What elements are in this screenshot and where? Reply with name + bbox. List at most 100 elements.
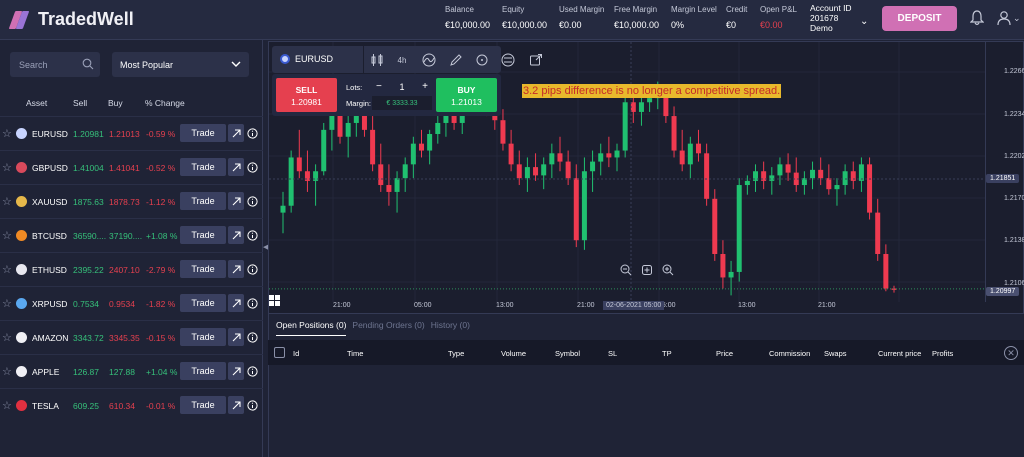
trade-button[interactable]: Trade xyxy=(180,226,226,244)
info-icon[interactable] xyxy=(245,226,259,244)
candle-body[interactable] xyxy=(695,143,701,154)
external-link-icon[interactable] xyxy=(228,158,244,176)
candle-body[interactable] xyxy=(288,157,294,206)
tab-history[interactable]: History (0) xyxy=(431,320,470,330)
zoom-in-icon[interactable] xyxy=(661,263,675,277)
info-icon[interactable] xyxy=(245,192,259,210)
candle-body[interactable] xyxy=(769,175,775,181)
star-icon[interactable]: ☆ xyxy=(2,399,12,412)
star-icon[interactable]: ☆ xyxy=(2,161,12,174)
candle-body[interactable] xyxy=(598,153,604,162)
candle-body[interactable] xyxy=(418,143,424,151)
candle-body[interactable] xyxy=(842,171,848,186)
star-icon[interactable]: ☆ xyxy=(2,127,12,140)
trade-button[interactable]: Trade xyxy=(180,158,226,176)
lots-value[interactable]: 1 xyxy=(399,82,404,92)
candle-body[interactable] xyxy=(736,185,742,272)
tab-open-positions[interactable]: Open Positions (0) xyxy=(276,320,346,330)
candlestick-type-icon[interactable] xyxy=(369,52,385,68)
candle-body[interactable] xyxy=(386,185,392,192)
candle-body[interactable] xyxy=(777,164,783,176)
external-link-icon[interactable] xyxy=(228,192,244,210)
trade-button[interactable]: Trade xyxy=(180,396,226,414)
column-sl[interactable]: SL xyxy=(608,349,617,358)
trade-button[interactable]: Trade xyxy=(180,362,226,380)
crosshair-icon[interactable] xyxy=(474,52,490,68)
candle-body[interactable] xyxy=(818,169,824,179)
candle-body[interactable] xyxy=(435,122,441,134)
external-link-icon[interactable] xyxy=(228,396,244,414)
external-link-icon[interactable] xyxy=(228,226,244,244)
draw-pencil-icon[interactable] xyxy=(448,52,464,68)
candle-body[interactable] xyxy=(557,153,563,162)
asset-row-gbpusd[interactable]: ☆ GBPUSD 1.41004 1.41041 -0.52 % Trade xyxy=(0,150,263,184)
asset-row-tesla[interactable]: ☆ TESLA 609.25 610.34 -0.01 % Trade xyxy=(0,388,263,422)
column-volume[interactable]: Volume xyxy=(501,349,526,358)
plus-icon[interactable]: + xyxy=(422,81,428,92)
candle-body[interactable] xyxy=(704,153,710,199)
candle-body[interactable] xyxy=(541,164,547,176)
candle-body[interactable] xyxy=(630,102,636,112)
sell-button[interactable]: SELL 1.20981 xyxy=(276,78,337,112)
star-icon[interactable]: ☆ xyxy=(2,297,12,310)
indicator-icon[interactable] xyxy=(421,52,437,68)
candle-body[interactable] xyxy=(671,116,677,151)
trade-button[interactable]: Trade xyxy=(180,294,226,312)
zoom-reset-icon[interactable] xyxy=(640,263,654,277)
info-icon[interactable] xyxy=(245,158,259,176)
zoom-out-icon[interactable] xyxy=(619,263,633,277)
external-link-icon[interactable] xyxy=(228,124,244,142)
info-icon[interactable] xyxy=(245,396,259,414)
candle-body[interactable] xyxy=(606,153,612,158)
user-menu[interactable]: ⌄ xyxy=(997,10,1021,26)
column-profits[interactable]: Profits xyxy=(932,349,953,358)
info-icon[interactable] xyxy=(245,294,259,312)
external-link-icon[interactable] xyxy=(228,260,244,278)
asset-row-xauusd[interactable]: ☆ XAUUSD 1875.63 1878.73 -1.12 % Trade xyxy=(0,184,263,218)
logo[interactable]: TradedWell xyxy=(8,9,134,30)
candle-body[interactable] xyxy=(533,167,539,176)
candle-body[interactable] xyxy=(712,198,718,254)
minus-icon[interactable]: − xyxy=(376,81,382,92)
candle-body[interactable] xyxy=(500,120,506,144)
trade-button[interactable]: Trade xyxy=(180,260,226,278)
trade-button[interactable]: Trade xyxy=(180,192,226,210)
candle-body[interactable] xyxy=(581,171,587,241)
compare-icon[interactable] xyxy=(500,52,516,68)
column-symbol[interactable]: Symbol xyxy=(555,349,580,358)
candle-body[interactable] xyxy=(410,143,416,165)
asset-row-ethusd[interactable]: ☆ ETHUSD 2395.22 2407.10 -2.79 % Trade xyxy=(0,252,263,286)
candle-body[interactable] xyxy=(402,164,408,179)
panel-collapse-handle[interactable]: ◀ xyxy=(263,243,268,251)
candle-body[interactable] xyxy=(321,129,327,172)
candle-body[interactable] xyxy=(573,178,579,241)
column-swaps[interactable]: Swaps xyxy=(824,349,847,358)
candle-body[interactable] xyxy=(647,98,653,103)
asset-row-apple[interactable]: ☆ APPLE 126.87 127.88 +1.04 % Trade xyxy=(0,354,263,388)
candle-body[interactable] xyxy=(590,161,596,172)
select-all-checkbox[interactable] xyxy=(274,347,285,358)
asset-row-xrpusd[interactable]: ☆ XRPUSD 0.7534 0.9534 -1.82 % Trade xyxy=(0,286,263,320)
candle-body[interactable] xyxy=(516,164,522,179)
external-link-icon[interactable] xyxy=(228,328,244,346)
candle-body[interactable] xyxy=(622,102,628,151)
candle-body[interactable] xyxy=(883,254,889,289)
column-time[interactable]: Time xyxy=(347,349,363,358)
candle-body[interactable] xyxy=(728,271,734,278)
column-type[interactable]: Type xyxy=(448,349,464,358)
candle-body[interactable] xyxy=(663,95,669,117)
info-icon[interactable] xyxy=(245,362,259,380)
asset-filter-select[interactable]: Most Popular xyxy=(112,52,249,77)
star-icon[interactable]: ☆ xyxy=(2,331,12,344)
asset-row-amazon[interactable]: ☆ AMAZON 3343.72 3345.35 -0.15 % Trade xyxy=(0,320,263,354)
candle-body[interactable] xyxy=(687,143,693,165)
star-icon[interactable]: ☆ xyxy=(2,229,12,242)
tab-pending-orders[interactable]: Pending Orders (0) xyxy=(352,320,424,330)
candle-body[interactable] xyxy=(280,205,286,213)
column-price[interactable]: Price xyxy=(716,349,733,358)
column-tp[interactable]: TP xyxy=(662,349,672,358)
candle-body[interactable] xyxy=(679,150,685,165)
candle-body[interactable] xyxy=(549,153,555,165)
bell-icon[interactable] xyxy=(969,10,985,28)
timeframe-button[interactable]: 4h xyxy=(394,52,410,68)
